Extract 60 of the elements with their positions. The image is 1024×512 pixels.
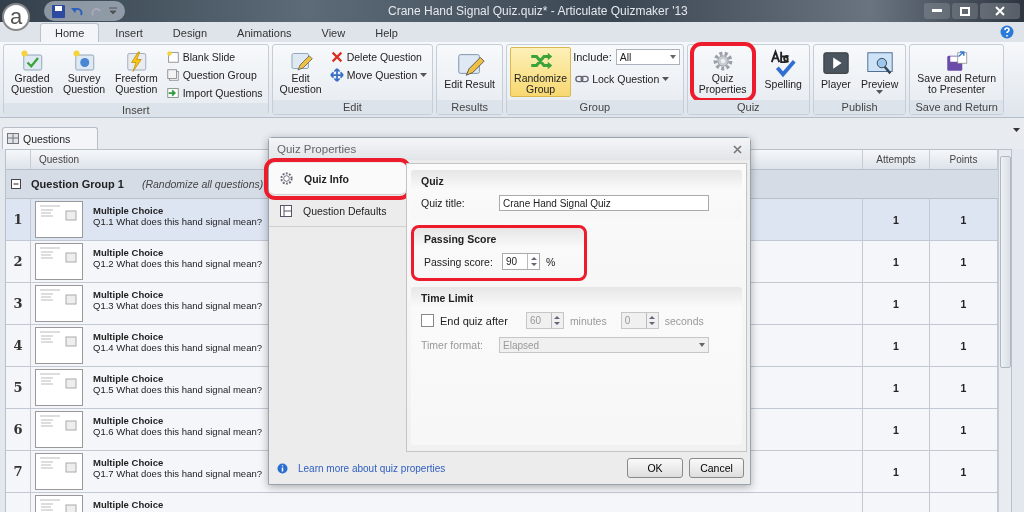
field-label: Timer format: (421, 339, 485, 351)
group-label: Group (507, 100, 683, 114)
points-value: 1 (960, 465, 967, 478)
question-text: Q1.1 What does this hand signal mean? (93, 216, 262, 227)
section-title: Quiz (421, 175, 445, 187)
group-label: Publish (813, 100, 906, 114)
unit-label: seconds (664, 314, 704, 327)
column-header: Question (39, 154, 80, 165)
row-number: 2 (13, 254, 23, 269)
points-value: 1 (960, 213, 967, 226)
attempts-value: 1 (893, 465, 899, 478)
attempts-value: 1 (893, 255, 899, 268)
question-type: Multiple Choice (93, 457, 165, 468)
column-header: Attempts (876, 154, 916, 165)
column-header: Points (949, 154, 978, 165)
points-value: 1 (960, 423, 967, 436)
checkbox-label: End quiz after (440, 314, 508, 327)
attempts-value: 1 (893, 423, 899, 436)
question-type: Multiple Choice (93, 205, 165, 216)
dialog-title: Quiz Properties (277, 143, 357, 155)
group-note: (Randomize all questions) (141, 178, 264, 190)
points-value: 1 (960, 297, 967, 310)
unit-label: % (546, 255, 556, 268)
unit-label: minutes (569, 314, 607, 327)
question-text: Q1.3 What does this hand signal mean? (93, 300, 262, 311)
group-label: Edit (272, 100, 433, 114)
field-label: Passing score: (424, 255, 494, 268)
row-number: 3 (13, 296, 23, 311)
question-type: Multiple Choice (93, 289, 165, 300)
row-number: 7 (13, 464, 23, 479)
question-type: Multiple Choice (93, 331, 165, 342)
points-value: 1 (960, 339, 967, 352)
include-label: Include: (573, 51, 612, 63)
row-number: 1 (13, 212, 23, 227)
attempts-value: 1 (893, 339, 899, 352)
question-type: Multiple Choice (93, 415, 165, 426)
question-text: Q1.7 What does this hand signal mean? (93, 468, 262, 479)
group-title: Question Group 1 (31, 178, 124, 190)
group-label: Quiz (687, 100, 809, 114)
question-text: Q1.6 What does this hand signal mean? (93, 426, 262, 437)
points-value: 1 (960, 255, 967, 268)
group-label: Insert (4, 103, 268, 117)
question-text: Q1.4 What does this hand signal mean? (93, 342, 262, 353)
attempts-value: 1 (893, 213, 899, 226)
section-title: Time Limit (421, 292, 475, 304)
question-type: Multiple Choice (93, 373, 165, 384)
field-label: Quiz title: (421, 197, 466, 209)
attempts-value: 1 (893, 297, 899, 310)
points-value: 1 (960, 381, 967, 394)
question-text: Q1.5 What does this hand signal mean? (93, 384, 262, 395)
row-number: 4 (13, 338, 23, 353)
row-number: 6 (13, 422, 23, 437)
question-type: Multiple Choice (93, 247, 165, 258)
question-type: Multiple Choice (93, 499, 164, 510)
question-text: Q1.2 What does this hand signal mean? (93, 258, 262, 269)
attempts-value: 1 (893, 381, 899, 394)
window-title: Crane Hand Signal Quiz.quiz* - Articulate Quizmaker '13 (388, 4, 688, 18)
row-number: 5 (13, 380, 23, 395)
group-label: Save and Return (910, 100, 1004, 114)
group-label: Results (437, 100, 503, 114)
